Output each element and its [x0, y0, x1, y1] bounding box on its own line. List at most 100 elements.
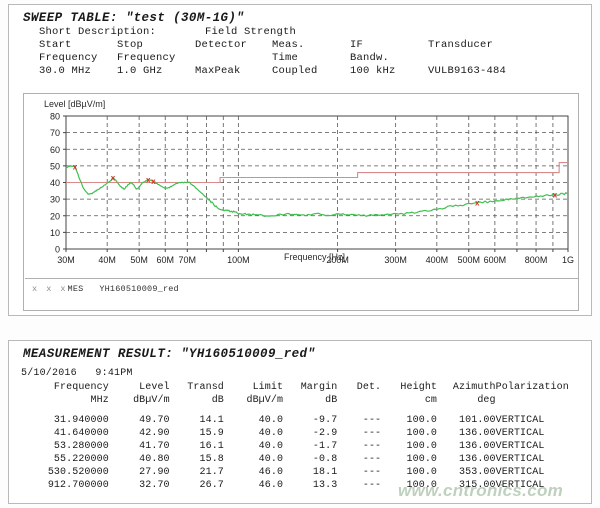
sweep-col-0-line1: Start [39, 39, 72, 51]
svg-text:30: 30 [50, 195, 60, 205]
datetime-spacer [77, 368, 96, 379]
svg-text:50: 50 [50, 161, 60, 171]
table-header-row-2: MHz dBµV/m dB dBµV/m dB cm deg [19, 394, 591, 407]
svg-text:1G: 1G [562, 255, 574, 265]
svg-text:50M: 50M [130, 255, 148, 265]
chart-legend: x x xMES YH160510009_red [32, 284, 179, 294]
chart-plot-area[interactable]: 0102030405060708030M40M50M60M70M100M200M… [24, 94, 580, 278]
sweep-col-0-value: 30.0 MHz [39, 65, 91, 77]
svg-text:800M: 800M [525, 255, 548, 265]
cell-frequency: 55.220000 [19, 453, 109, 466]
svg-text:70: 70 [50, 128, 60, 138]
cell-limit: 40.0 [224, 440, 283, 453]
cell-level: 27.90 [109, 466, 170, 479]
cell-polarization: VERTICAL [496, 466, 591, 479]
table-row[interactable]: 31.94000049.7014.140.0-9.7---100.0101.00… [19, 407, 591, 427]
short-description-label: Short Description: [39, 26, 156, 38]
cell-det: --- [337, 466, 381, 479]
cell-margin: -0.8 [283, 453, 337, 466]
cell-limit: 46.0 [224, 479, 283, 492]
sweep-col-1-line2: Frequency [117, 52, 176, 64]
measurement-result-title: MEASUREMENT RESULT: "YH160510009_red" [23, 347, 315, 361]
cell-azimuth: 101.00 [437, 407, 496, 427]
col-unit-polarization [496, 394, 591, 407]
svg-text:100M: 100M [227, 255, 250, 265]
svg-text:40: 40 [50, 178, 60, 188]
col-unit-azimuth: deg [437, 394, 496, 407]
cell-frequency: 31.940000 [19, 407, 109, 427]
svg-text:300M: 300M [384, 255, 407, 265]
table-row[interactable]: 41.64000042.9015.940.0-2.9---100.0136.00… [19, 427, 591, 440]
svg-text:10: 10 [50, 228, 60, 238]
cell-azimuth: 136.00 [437, 440, 496, 453]
chart-marker-x-icon: x [111, 174, 116, 183]
svg-text:20: 20 [50, 211, 60, 221]
col-header-height: Height [381, 381, 437, 394]
chart-marker-x-icon: x [475, 199, 480, 208]
cell-det: --- [337, 427, 381, 440]
col-unit-limit: dBµV/m [224, 394, 283, 407]
measurement-datetime: 5/10/2016 9:41PM [21, 368, 133, 379]
cell-azimuth: 315.00 [437, 479, 496, 492]
cell-transd: 21.7 [170, 466, 224, 479]
report-page: SWEEP TABLE: "test (30M-1G)" Short Descr… [0, 0, 600, 508]
svg-text:0: 0 [55, 245, 60, 255]
col-header-limit: Limit [224, 381, 283, 394]
cell-level: 40.80 [109, 453, 170, 466]
chart-marker-x-icon: x [553, 191, 558, 200]
table-row[interactable]: 530.52000027.9021.746.018.1---100.0353.0… [19, 466, 591, 479]
sweep-col-5-value: VULB9163-484 [428, 65, 506, 77]
table-row[interactable]: 55.22000040.8015.840.0-0.8---100.0136.00… [19, 453, 591, 466]
svg-text:80: 80 [50, 112, 60, 122]
sweep-col-1-line1: Stop [117, 39, 143, 51]
cell-level: 42.90 [109, 427, 170, 440]
cell-transd: 16.1 [170, 440, 224, 453]
svg-text:40M: 40M [98, 255, 116, 265]
col-unit-transd: dB [170, 394, 224, 407]
cell-frequency: 53.280000 [19, 440, 109, 453]
cell-height: 100.0 [381, 453, 437, 466]
col-unit-level: dBµV/m [109, 394, 170, 407]
col-header-det: Det. [337, 381, 381, 394]
cell-frequency: 530.520000 [19, 466, 109, 479]
cell-transd: 26.7 [170, 479, 224, 492]
svg-text:60: 60 [50, 145, 60, 155]
table-row[interactable]: 53.28000041.7016.140.0-1.7---100.0136.00… [19, 440, 591, 453]
svg-text:400M: 400M [426, 255, 449, 265]
sweep-col-3-line2: Time [272, 52, 298, 64]
measurement-time: 9:41PM [95, 368, 132, 379]
spectrum-chart[interactable]: Level [dBµV/m] 0102030405060708030M40M50… [23, 93, 579, 311]
cell-polarization: VERTICAL [496, 479, 591, 492]
cell-frequency: 41.640000 [19, 427, 109, 440]
legend-separator [25, 278, 579, 279]
cell-height: 100.0 [381, 407, 437, 427]
svg-text:70M: 70M [179, 255, 197, 265]
table-header-row-1: Frequency Level Transd Limit Margin Det.… [19, 381, 591, 394]
sweep-table-title: SWEEP TABLE: "test (30M-1G)" [23, 11, 244, 25]
measurement-result-panel: MEASUREMENT RESULT: "YH160510009_red" 5/… [8, 340, 592, 504]
sweep-col-4-line2: Bandw. [350, 52, 389, 64]
svg-text:60M: 60M [156, 255, 174, 265]
sweep-col-2-line1: Detector [195, 39, 247, 51]
cell-polarization: VERTICAL [496, 407, 591, 427]
svg-text:600M: 600M [484, 255, 507, 265]
measurement-date: 5/10/2016 [21, 368, 77, 379]
cell-frequency: 912.700000 [19, 479, 109, 492]
cell-level: 32.70 [109, 479, 170, 492]
cell-margin: 13.3 [283, 479, 337, 492]
cell-det: --- [337, 479, 381, 492]
chart-x-axis-label: Frequency [Hz] [284, 252, 345, 262]
sweep-col-3-value: Coupled [272, 65, 318, 77]
cell-height: 100.0 [381, 479, 437, 492]
cell-det: --- [337, 440, 381, 453]
chart-marker-x-icon: x [73, 162, 78, 171]
col-header-frequency: Frequency [19, 381, 109, 394]
col-unit-frequency: MHz [19, 394, 109, 407]
cell-det: --- [337, 407, 381, 427]
cell-margin: 18.1 [283, 466, 337, 479]
measurement-result-table: Frequency Level Transd Limit Margin Det.… [19, 381, 591, 492]
table-row[interactable]: 912.70000032.7026.746.013.3---100.0315.0… [19, 479, 591, 492]
svg-text:30M: 30M [57, 255, 75, 265]
cell-transd: 15.8 [170, 453, 224, 466]
cell-level: 49.70 [109, 407, 170, 427]
